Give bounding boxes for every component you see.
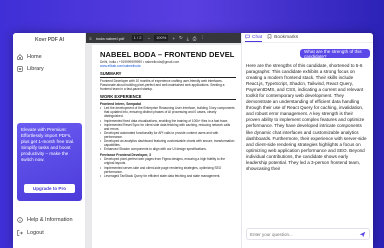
menu-icon[interactable]: ≡ xyxy=(89,36,92,41)
promo-text: Elevate with Premium: Effortlessly impor… xyxy=(21,127,75,162)
chat-input[interactable] xyxy=(250,231,350,237)
sidebar-item-label: Library xyxy=(27,66,44,72)
send-icon[interactable] xyxy=(359,231,366,238)
resume-link[interactable]: www.ellbab.com/nabeelboda xyxy=(100,64,236,68)
logout-icon xyxy=(17,230,23,236)
zoom-out-icon[interactable]: − xyxy=(147,36,150,41)
info-icon xyxy=(17,217,23,223)
page-indicator[interactable]: 1 / 2 xyxy=(131,35,144,41)
tab-chat[interactable]: Chat xyxy=(245,34,263,42)
chat-panel: Chat Bookmarks What are the strength of … xyxy=(241,33,373,248)
upgrade-promo-card: Elevate with Premium: Effortlessly impor… xyxy=(17,123,82,201)
sidebar-item-library[interactable]: Library xyxy=(17,64,82,74)
home-icon xyxy=(17,54,23,60)
pdf-page: NABEEL BODA – FRONTEND DEVEL Delhi, Indi… xyxy=(92,45,242,248)
resume-bullet: Implemented Reset Sync for client side d… xyxy=(100,123,236,131)
app-window: Kovr PDF AI Home Library Elevate with Pr… xyxy=(13,33,373,248)
sidebar: Kovr PDF AI Home Library Elevate with Pr… xyxy=(13,33,86,248)
library-icon xyxy=(17,66,23,72)
resume-bullet: Led the development of the Enterprise Re… xyxy=(100,106,236,118)
tab-bookmarks[interactable]: Bookmarks xyxy=(267,34,298,41)
pdf-file-name: boda nabeel.pdf xyxy=(95,35,125,41)
zoom-level[interactable]: 100% xyxy=(154,35,169,41)
tab-label: Chat xyxy=(252,34,263,40)
zoom-in-icon[interactable]: + xyxy=(172,36,175,41)
chat-tabs: Chat Bookmarks xyxy=(242,33,373,43)
sidebar-item-help[interactable]: Help & Information xyxy=(17,215,82,225)
resume-bullet: Leveraged TanStack Query for efficient s… xyxy=(100,174,236,178)
user-message-bubble: What are the strength of this candidate? xyxy=(300,49,370,59)
resume-bullet: Enhanced Shadcn components to align with… xyxy=(100,147,236,151)
resume-section-heading: WORK EXPERIENCE xyxy=(100,94,236,101)
download-icon[interactable]: ⤓ xyxy=(187,36,189,41)
tab-label: Bookmarks xyxy=(274,35,299,40)
assistant-answer: Here are the strengths of this candidate… xyxy=(246,63,367,171)
resume-bullet: Developed an analytics dashboard featuri… xyxy=(100,139,236,147)
sidebar-item-label: Home xyxy=(27,54,42,60)
print-icon[interactable]: ⎙ xyxy=(193,36,197,41)
sidebar-item-label: Help & Information xyxy=(27,217,73,223)
chat-composer xyxy=(246,228,370,240)
upgrade-button[interactable]: Upgrade to Pro xyxy=(24,184,75,193)
sidebar-item-logout[interactable]: Logout xyxy=(17,228,82,238)
pdf-toolbar: ≡ boda nabeel.pdf 1 / 2 − 100% + ↻ ⤓ ⎙ ⋮ xyxy=(86,33,241,43)
resume-summary: Frontend Developer with 10 months of exp… xyxy=(100,78,225,91)
resume-bullet: Developed pixel-perfect web pages from F… xyxy=(100,157,236,165)
chat-icon xyxy=(245,34,250,41)
pdf-viewer: ≡ boda nabeel.pdf 1 / 2 − 100% + ↻ ⤓ ⎙ ⋮… xyxy=(86,33,242,248)
sidebar-item-label: Logout xyxy=(27,230,44,236)
app-brand: Kovr PDF AI xyxy=(35,37,64,43)
sidebar-item-home[interactable]: Home xyxy=(17,52,82,62)
resume-name: NABEEL BODA – FRONTEND DEVEL xyxy=(100,50,235,59)
resume-bullet: Developed automated functionality for AP… xyxy=(100,131,236,139)
rotate-icon[interactable]: ↻ xyxy=(179,35,183,41)
bookmark-icon xyxy=(267,34,272,41)
more-options-icon[interactable]: ⋮ xyxy=(200,35,205,41)
resume-bullet: Implemented server-side and client-side … xyxy=(100,166,236,174)
resume-section-heading: SUMMARY xyxy=(100,71,236,78)
